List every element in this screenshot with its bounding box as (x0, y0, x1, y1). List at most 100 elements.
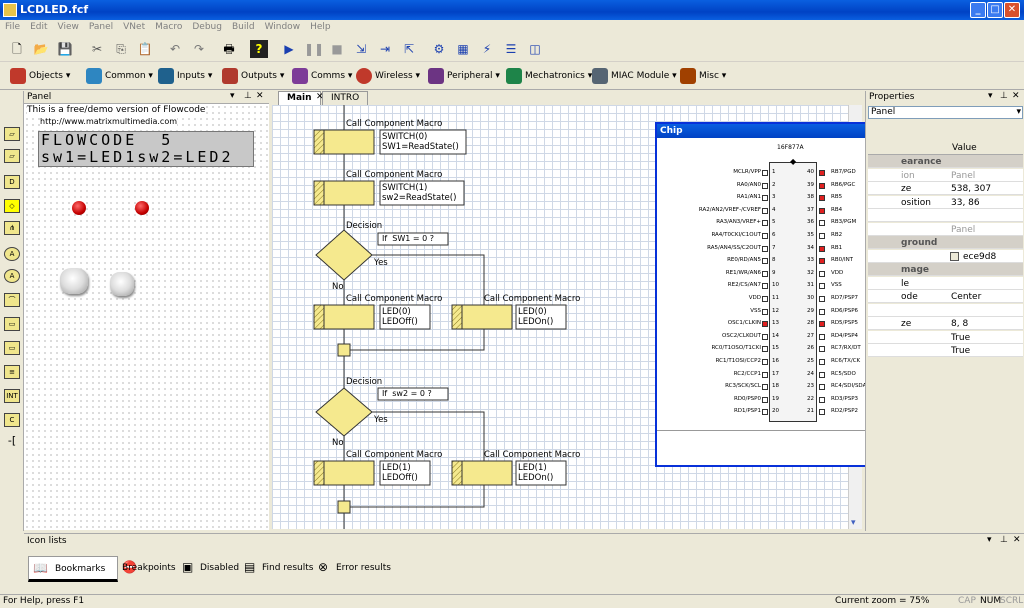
property-row[interactable]: True (868, 344, 1023, 357)
toolbar-outputs[interactable]: Outputs ▾ (222, 66, 284, 86)
comment-icon-tool[interactable]: -[ (4, 435, 20, 449)
led-1[interactable] (135, 201, 149, 215)
chip-pin-left[interactable]: MCLR/VPP (733, 169, 761, 175)
scroll-down-icon[interactable]: ▾ (851, 518, 856, 528)
switch-0[interactable] (60, 268, 88, 294)
project-options-icon[interactable]: ☰ (502, 40, 520, 58)
macro-3-text[interactable]: LED(0) LEDOff() (382, 307, 418, 327)
chip-pin-left-state[interactable] (762, 270, 768, 277)
properties-close-icon[interactable]: ✕ (1012, 91, 1020, 101)
chip-pin-left-state[interactable] (762, 409, 768, 416)
property-row[interactable]: ze 538, 307 (868, 182, 1023, 195)
cut-icon[interactable]: ✂ (88, 40, 106, 58)
minimize-button[interactable]: _ (970, 2, 986, 18)
output-icon-tool[interactable]: ▱ (4, 149, 20, 163)
properties-selector[interactable]: Panel ▾ (868, 106, 1023, 119)
property-value[interactable]: ece9d8 (963, 252, 996, 262)
chip-pin-left-state[interactable] (762, 283, 768, 290)
chip-pin-right-state[interactable] (819, 396, 825, 403)
chip-pin-right[interactable]: RB5 (831, 194, 842, 200)
property-row[interactable] (868, 303, 1023, 317)
chip-pin-right-state[interactable] (819, 182, 825, 189)
chip-pin-right[interactable]: RC5/SDO (831, 371, 856, 377)
paste-icon[interactable]: 📋 (136, 40, 154, 58)
chip-pin-right[interactable]: RB6/PGC (831, 182, 855, 188)
menu-panel[interactable]: Panel (84, 20, 118, 34)
chip-pin-left[interactable]: RE0/RD/AN5 (727, 257, 761, 263)
chip-pin-right-state[interactable] (819, 308, 825, 315)
step-into-icon[interactable]: ⇲ (352, 40, 370, 58)
chip-pin-left[interactable]: RD0/PSP0 (734, 396, 761, 402)
chip-pin-left-state[interactable] (762, 233, 768, 239)
toolbar-common[interactable]: Common ▾ (86, 66, 153, 86)
chip-pin-right[interactable]: RC6/TX/CK (831, 358, 860, 364)
chip-pin-left-state[interactable] (762, 258, 768, 265)
menu-file[interactable]: File (0, 20, 25, 34)
chip-pin-left-state[interactable] (762, 321, 768, 328)
led-0[interactable] (72, 201, 86, 215)
chip-icon[interactable]: ▦ (454, 40, 472, 58)
chip-pin-right[interactable]: RC7/RX/DT (831, 345, 861, 351)
pause-icon[interactable]: ❚❚ (304, 40, 324, 58)
chip-pin-right[interactable]: RC4/SDI/SDA (831, 383, 866, 389)
property-row[interactable]: True (868, 330, 1023, 344)
chip-pin-left[interactable]: RE1/WR/AN6 (726, 270, 761, 276)
run-icon[interactable]: ▶ (280, 40, 298, 58)
chip-pin-right-state[interactable] (819, 195, 825, 202)
property-row[interactable]: mage (868, 263, 1023, 276)
chip-pin-right[interactable]: VSS (831, 282, 842, 288)
panel-dock-icon[interactable]: ⊥ (244, 91, 252, 101)
calculation-icon-tool[interactable]: ▭ (4, 317, 20, 331)
selector-dropdown-icon[interactable]: ▾ (1016, 107, 1021, 117)
open-folder-icon[interactable]: 📂 (32, 40, 50, 58)
chip-pin-right-state[interactable] (819, 220, 825, 227)
chip-pin-left[interactable]: VSS (750, 308, 761, 314)
chip-pin-left-state[interactable] (762, 359, 768, 365)
chip-pin-right[interactable]: RD3/PSP3 (831, 396, 858, 402)
chip-pin-right[interactable]: RD5/PSP5 (831, 320, 858, 326)
chip-pin-right-state[interactable] (819, 409, 825, 416)
toolbar-miac-module[interactable]: MIAC Module ▾ (592, 66, 677, 86)
chip-pin-left[interactable]: RA1/AN1 (737, 194, 761, 200)
chip-pin-left[interactable]: RA2/AN2/VREF-/CVREF (699, 207, 761, 213)
properties-pin-icon[interactable]: ▾ (988, 91, 993, 101)
chip-pin-right-state[interactable] (819, 207, 825, 214)
chip-pin-left[interactable]: OSC1/CLKIN (728, 320, 761, 326)
chip-pin-right-state[interactable] (819, 346, 825, 353)
property-row[interactable]: ze 8, 8 (868, 317, 1023, 330)
compile-icon[interactable]: ⚙ (430, 40, 448, 58)
chip-pin-right-state[interactable] (819, 359, 825, 365)
property-row[interactable]: osition 33, 86 (868, 195, 1023, 209)
chip-pin-left-state[interactable] (762, 170, 768, 176)
chip-pin-left-state[interactable] (762, 396, 768, 403)
menu-window[interactable]: Window (260, 20, 306, 34)
chip-pin-right-state[interactable] (819, 371, 825, 378)
chip-pin-left-state[interactable] (762, 207, 768, 214)
tab-main[interactable]: Main (278, 91, 321, 105)
panel-pin-icon[interactable]: ▾ (230, 91, 235, 101)
macro-5-text[interactable]: LED(1) LEDOff() (382, 463, 418, 483)
undo-icon[interactable]: ↶ (166, 40, 184, 58)
property-row[interactable]: le (868, 276, 1023, 290)
chip-pin-left[interactable]: OSC2/CLKOUT (722, 333, 761, 339)
decision-icon-tool[interactable]: ◇ (4, 199, 20, 213)
component-macro-icon-tool[interactable]: ≡ (4, 365, 20, 379)
chip-pin-right[interactable]: RB2 (831, 232, 842, 238)
property-value[interactable]: 538, 307 (951, 184, 991, 194)
menu-view[interactable]: View (53, 20, 84, 34)
chip-pin-left[interactable]: RC3/SCK/SCL (725, 383, 761, 389)
tab-bookmarks[interactable]: 📖 Bookmarks (28, 556, 118, 582)
chip-pin-right-state[interactable] (819, 233, 825, 239)
toolbar-inputs[interactable]: Inputs ▾ (158, 66, 212, 86)
copy-icon[interactable]: ⎘ (112, 40, 130, 58)
chip-pin-left[interactable]: RA0/AN0 (737, 182, 761, 188)
component-panel[interactable] (24, 104, 269, 530)
chip-pin-right-state[interactable] (819, 258, 825, 265)
chip-pin-left-state[interactable] (762, 333, 768, 340)
property-row[interactable]: ground (868, 236, 1023, 249)
chip-pin-left[interactable]: RD1/PSP1 (734, 408, 761, 414)
menu-help[interactable]: Help (305, 20, 336, 34)
macro-2-text[interactable]: SWITCH(1) sw2=ReadState() (382, 183, 456, 203)
chip-pin-right-state[interactable] (819, 321, 825, 328)
property-row[interactable]: ode Center (868, 290, 1023, 303)
